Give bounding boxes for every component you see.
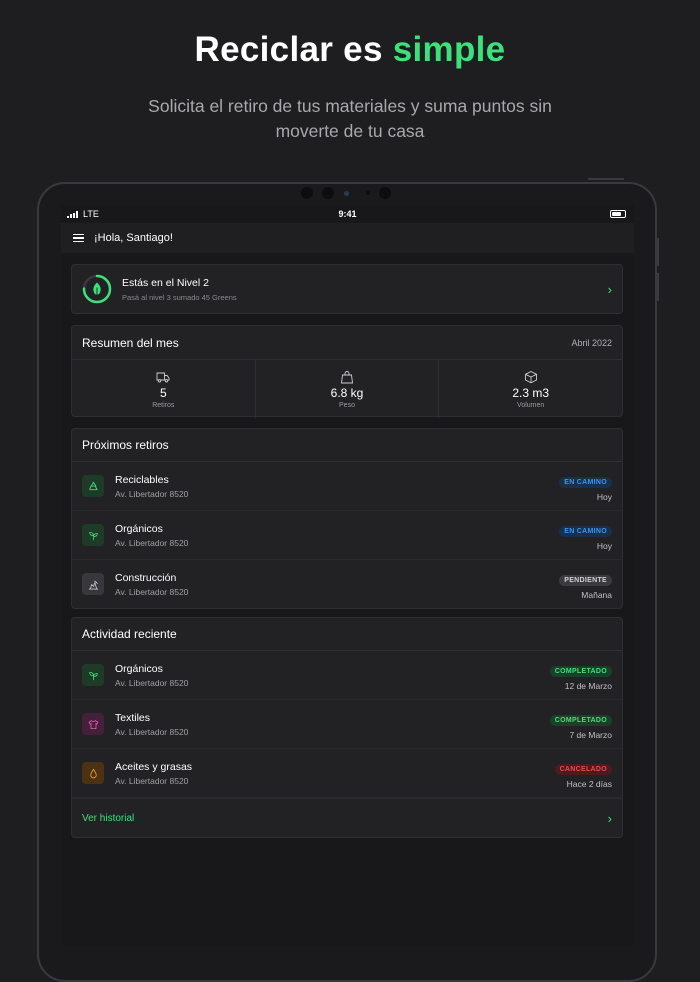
status-badge: EN CAMINO [559, 476, 612, 488]
app-bar: ¡Hola, Santiago! [61, 223, 634, 253]
camera-dot [379, 187, 391, 199]
list-item[interactable]: Construcción Av. Libertador 8520 PENDIEN… [72, 560, 622, 608]
item-title: Orgánicos [115, 662, 163, 675]
upcoming-title: Próximos retiros [82, 438, 169, 452]
item-address: Av. Libertador 8520 [115, 537, 189, 548]
hero-title-accent: simple [392, 30, 506, 69]
stat-retiros: 5 Retiros [72, 360, 256, 418]
item-when: Hoy [596, 540, 612, 551]
battery-icon [610, 210, 626, 218]
camera-dot [322, 187, 334, 199]
item-address: Av. Libertador 8520 [115, 775, 189, 786]
status-badge: COMPLETADO [549, 665, 612, 677]
chevron-right-icon: › [607, 810, 612, 826]
status-badge: CANCELADO [554, 763, 612, 775]
hero-title-main: Reciclar es [194, 30, 383, 69]
shirt-icon [82, 713, 104, 735]
stat-value: 6.8 kg [330, 385, 364, 400]
chevron-right-icon[interactable]: › [608, 282, 612, 297]
tablet-top-button [588, 178, 624, 180]
hero-title: Reciclar es simple [0, 30, 700, 70]
list-item[interactable]: Textiles Av. Libertador 8520 COMPLETADO … [72, 700, 622, 749]
sprout-icon [82, 664, 104, 686]
recycle-icon [82, 475, 104, 497]
status-badge: EN CAMINO [559, 525, 612, 537]
status-bar: LTE 9:41 [61, 205, 634, 223]
status-time: 9:41 [338, 209, 357, 219]
item-when: Hoy [596, 491, 612, 502]
level-progress-ring [82, 274, 112, 304]
truck-icon [156, 372, 170, 382]
item-title: Textiles [115, 711, 151, 724]
history-link[interactable]: Ver historial › [72, 798, 622, 837]
stat-label: Volumen [517, 401, 545, 409]
list-item[interactable]: Orgánicos Av. Libertador 8520 COMPLETADO… [72, 651, 622, 700]
item-when: Mañana [581, 589, 612, 600]
item-address: Av. Libertador 8520 [115, 726, 189, 737]
bag-icon [340, 370, 354, 383]
camera-lens [344, 191, 349, 196]
activity-title: Actividad reciente [82, 627, 177, 641]
level-subtitle: Pasá al nivel 3 sumado 45 Greens [122, 292, 237, 302]
stat-peso: 6.8 kg Peso [256, 360, 440, 418]
item-title: Orgánicos [115, 522, 163, 535]
box-icon [524, 370, 537, 383]
activity-card: Actividad reciente Orgánicos Av. Liberta… [71, 617, 623, 838]
menu-icon[interactable] [73, 233, 84, 243]
level-title: Estás en el Nivel 2 [122, 276, 209, 289]
stat-label: Retiros [152, 401, 175, 409]
status-badge: COMPLETADO [549, 714, 612, 726]
tablet-volume-down [657, 273, 659, 301]
item-address: Av. Libertador 8520 [115, 488, 189, 499]
stat-value: 5 [159, 385, 167, 400]
level-card[interactable]: Estás en el Nivel 2 Pasá al nivel 3 suma… [71, 264, 623, 314]
summary-title: Resumen del mes [82, 335, 179, 350]
item-title: Construcción [115, 571, 177, 584]
history-link-label: Ver historial [82, 812, 135, 824]
item-title: Reciclables [115, 473, 169, 486]
camera-dot [301, 187, 313, 199]
item-when: Hace 2 días [566, 778, 612, 789]
sprout-icon [82, 524, 104, 546]
app-screen: LTE 9:41 ¡Hola, Santiago! Estás en el Ni… [61, 205, 634, 945]
item-when: 12 de Marzo [564, 680, 612, 691]
summary-date: Abril 2022 [571, 337, 612, 348]
list-item[interactable]: Orgánicos Av. Libertador 8520 EN CAMINO … [72, 511, 622, 560]
tablet-volume-up [657, 238, 659, 266]
summary-card: Resumen del mes Abril 2022 5 Retiros 6.8… [71, 325, 623, 418]
status-badge: PENDIENTE [559, 574, 612, 586]
list-item[interactable]: Reciclables Av. Libertador 8520 EN CAMIN… [72, 462, 622, 511]
item-address: Av. Libertador 8520 [115, 677, 189, 688]
item-when: 7 de Marzo [569, 729, 612, 740]
item-title: Aceites y grasas [115, 760, 193, 773]
stat-volumen: 2.3 m3 Volumen [439, 360, 622, 418]
greeting: ¡Hola, Santiago! [94, 232, 173, 244]
item-address: Av. Libertador 8520 [115, 586, 189, 597]
camera-dot [366, 191, 370, 195]
stat-value: 2.3 m3 [512, 385, 550, 400]
construction-icon [82, 573, 104, 595]
upcoming-card: Próximos retiros Reciclables Av. Liberta… [71, 428, 623, 609]
list-item[interactable]: Aceites y grasas Av. Libertador 8520 CAN… [72, 749, 622, 798]
hero-subtitle: Solicita el retiro de tus materiales y s… [148, 96, 552, 141]
drop-icon [82, 762, 104, 784]
stat-label: Peso [339, 401, 355, 409]
